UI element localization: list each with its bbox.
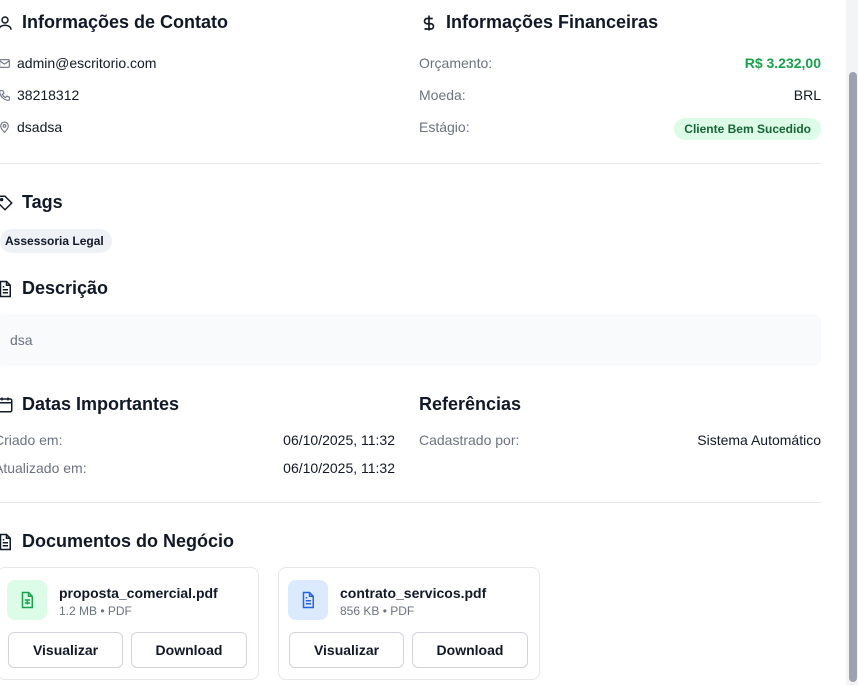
dollar-sign-icon (423, 15, 435, 30)
tag-chip: Assessoria Legal (0, 229, 112, 253)
currency-value: BRL (793, 87, 821, 103)
document-meta: 856 KB • PDF (340, 604, 415, 618)
contact-email[interactable]: admin@escritorio.com (17, 55, 156, 71)
file-text-icon (0, 533, 11, 550)
description-box (0, 314, 821, 366)
tags-section-title: Tags (0, 192, 63, 213)
file-spreadsheet-icon (7, 580, 47, 620)
references-section-title: Referências (419, 394, 522, 414)
view-button[interactable]: Visualizar (289, 632, 404, 668)
document-meta: 1.2 MB • PDF (59, 604, 132, 618)
document-card: proposta_comercial.pdf 1.2 MB • PDF Visu… (0, 567, 259, 680)
budget-value: R$ 3.232,00 (744, 55, 821, 71)
download-button[interactable]: Download (131, 632, 247, 668)
updated-label: Atualizado em: (0, 460, 87, 476)
divider (0, 502, 821, 503)
updated-value: 06/10/2025, 11:32 (283, 460, 395, 476)
created-label: Criado em: (0, 432, 63, 448)
registered-by-value: Sistema Automático (697, 432, 821, 448)
created-value: 06/10/2025, 11:32 (283, 432, 395, 448)
contact-address: dsadsa (17, 119, 63, 135)
description-text: dsa (10, 332, 33, 348)
contact-address-row: dsadsa (0, 119, 62, 135)
contact-phone-row: 38218312 (0, 87, 79, 103)
document-name: contrato_servicos.pdf (340, 585, 487, 601)
dates-section-title: Datas Importantes (0, 394, 179, 415)
document-card: contrato_servicos.pdf 856 KB • PDF Visua… (278, 567, 540, 680)
documents-section-title: Documentos do Negócio (0, 531, 234, 552)
user-icon (0, 15, 12, 30)
file-text-icon (0, 280, 11, 297)
description-section-title: Descrição (0, 278, 108, 299)
contact-phone[interactable]: 38218312 (17, 87, 79, 103)
mail-icon (0, 58, 10, 68)
stage-badge: Cliente Bem Sucedido (674, 118, 821, 140)
divider (0, 163, 821, 164)
document-name: proposta_comercial.pdf (59, 585, 218, 601)
financial-section-title: Informações Financeiras (420, 12, 658, 33)
contact-section-title: Informações de Contato (0, 12, 228, 33)
map-pin-icon (0, 121, 9, 133)
registered-by-label: Cadastrado por: (419, 432, 520, 448)
tag-icon (0, 195, 13, 211)
calendar-icon (0, 397, 13, 412)
stage-label: Estágio: (419, 119, 470, 135)
download-button[interactable]: Download (412, 632, 528, 668)
scrollbar-thumb[interactable] (849, 72, 857, 682)
phone-icon (0, 89, 10, 101)
file-text-icon (288, 580, 328, 620)
contact-email-row: admin@escritorio.com (0, 55, 156, 71)
budget-label: Orçamento: (419, 55, 493, 71)
currency-label: Moeda: (419, 87, 466, 103)
view-button[interactable]: Visualizar (8, 632, 123, 668)
